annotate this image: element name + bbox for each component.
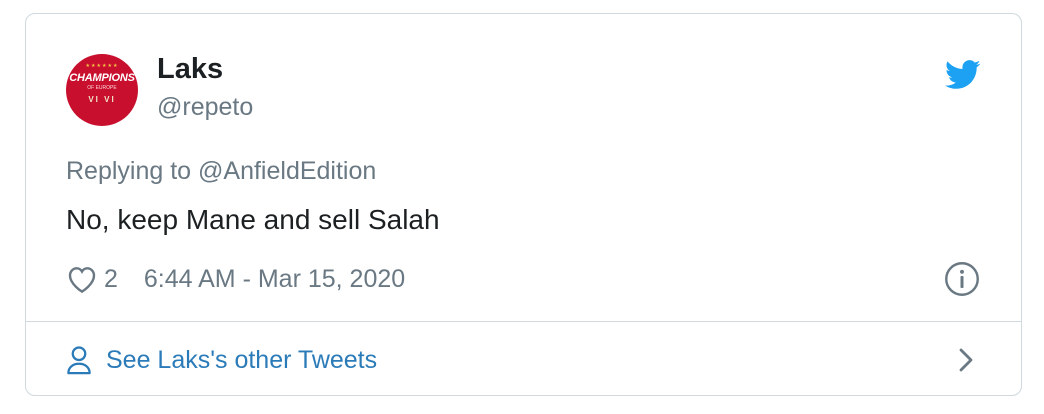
avatar-cups: VI VI [88,95,116,104]
tweet-card: ★★★★★★ CHAMPIONS OF EUROPE VI VI Laks @r… [25,13,1022,396]
avatar-stars: ★★★★★★ [85,63,119,69]
tweet-text: No, keep Mane and sell Salah [66,204,440,235]
author-handle[interactable]: @repeto [157,92,253,122]
tweet-meta: 2 6:44 AM - Mar 15, 2020 [66,262,405,296]
tweet-timestamp[interactable]: 6:44 AM - Mar 15, 2020 [144,265,405,294]
replying-to-line: Replying to @AnfieldEdition [66,155,376,187]
like-count[interactable]: 2 [104,265,118,294]
divider [26,321,1021,322]
avatar-sub-text: OF EUROPE [87,85,117,91]
author-name[interactable]: Laks [157,52,223,86]
see-other-tweets-label[interactable]: See Laks's other Tweets [106,346,377,375]
see-other-tweets-link[interactable]: See Laks's other Tweets [66,340,377,380]
heart-icon[interactable] [66,264,98,294]
person-icon [67,346,91,375]
chevron-right-icon[interactable] [954,345,978,375]
info-icon[interactable] [944,261,980,297]
replying-prefix: Replying to [66,157,192,185]
twitter-bird-icon[interactable] [945,60,981,90]
replying-to-mention[interactable]: @AnfieldEdition [198,157,376,185]
avatar-banner-text: CHAMPIONS [69,72,135,84]
avatar[interactable]: ★★★★★★ CHAMPIONS OF EUROPE VI VI [66,54,138,126]
